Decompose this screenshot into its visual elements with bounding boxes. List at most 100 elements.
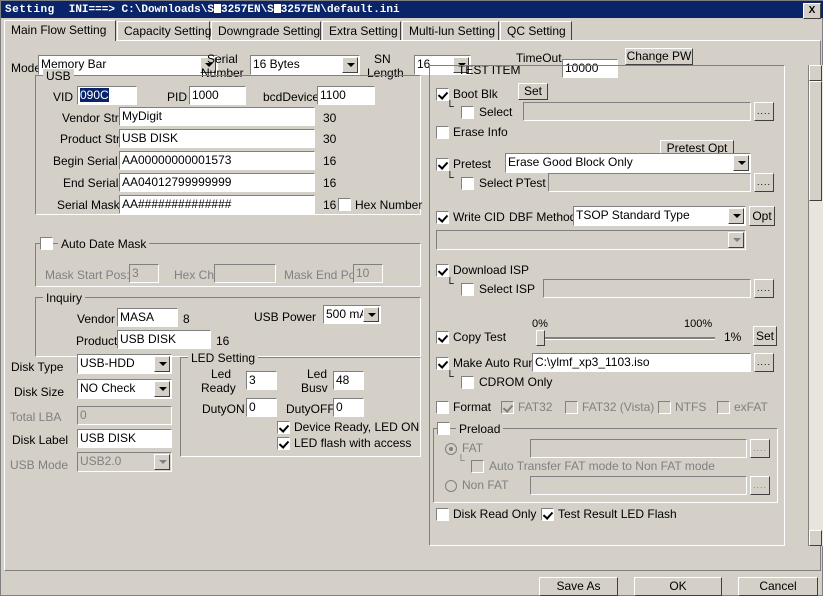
product-str-input[interactable]: USB DISK (119, 129, 315, 148)
led-busy-input[interactable]: 48 (333, 371, 364, 390)
save-as-button[interactable]: Save As (539, 577, 618, 596)
chevron-down-icon-10[interactable] (728, 232, 744, 248)
vendor-str-input[interactable]: MyDigit (119, 107, 315, 126)
usb-power-label: USB Power (254, 310, 317, 324)
duty-off-input[interactable]: 0 (333, 398, 364, 417)
select-isp-checkbox[interactable] (461, 283, 474, 296)
close-icon[interactable]: X (803, 3, 821, 19)
download-isp-checkbox[interactable] (436, 264, 449, 277)
chevron-down-icon-7[interactable] (154, 454, 170, 470)
hex-number-checkbox[interactable] (338, 198, 351, 211)
hex-char-input[interactable] (214, 264, 276, 283)
cdrom-only-checkbox[interactable] (461, 376, 474, 389)
usb-power-select[interactable]: 500 mA (323, 305, 381, 324)
pid-input[interactable]: 1000 (189, 86, 246, 105)
copy-test-checkbox[interactable] (436, 331, 449, 344)
preload-fat-radio[interactable] (445, 443, 457, 455)
led-ready-input[interactable]: 3 (246, 371, 277, 390)
serial-mask-input[interactable]: AA############## (119, 195, 315, 214)
vendor-str-label: Vendor Str (62, 111, 119, 125)
bcddevice-input[interactable]: 1100 (317, 86, 375, 105)
exfat-checkbox[interactable] (717, 401, 730, 414)
make-auto-run-label: Make Auto Run (453, 356, 536, 370)
mask-end-pos-input[interactable]: 10 (353, 264, 383, 283)
boot-blk-browse-button[interactable]: .... (754, 102, 774, 121)
led-flash-access-label: LED flash with access (294, 436, 412, 450)
preload-non-fat-browse-button[interactable]: .... (750, 476, 770, 495)
scroll-down-button[interactable] (809, 530, 822, 546)
make-auto-run-checkbox[interactable] (436, 357, 449, 370)
disk-label-input[interactable]: USB DISK (77, 429, 172, 448)
change-pw-button[interactable]: Change PW (625, 48, 693, 65)
cancel-button[interactable]: Cancel (738, 577, 818, 596)
chevron-down-icon-5[interactable] (154, 356, 170, 372)
preload-fat-input[interactable] (530, 439, 747, 458)
chevron-down-icon-4[interactable] (363, 307, 379, 322)
usb-mode-select[interactable]: USB2.0 (77, 452, 172, 472)
total-lba-input[interactable]: 0 (77, 406, 172, 425)
copy-test-slider-track[interactable] (538, 337, 715, 340)
preload-checkbox[interactable] (437, 422, 450, 435)
duty-on-label: DutyON (202, 402, 245, 416)
select-ptest-browse-button[interactable]: .... (754, 173, 774, 192)
ok-button[interactable]: OK (634, 577, 722, 596)
inquiry-vendor-input[interactable]: MASA (117, 308, 178, 327)
begin-serial-input[interactable]: AA00000000001573 (119, 151, 315, 170)
dbf-method-select[interactable]: TSOP Standard Type (573, 206, 746, 226)
erase-info-checkbox[interactable] (436, 126, 449, 139)
scroll-up-button[interactable] (809, 65, 822, 81)
scrollbar-vertical[interactable] (808, 65, 823, 546)
select-ptest-checkbox[interactable] (461, 177, 474, 190)
boot-blk-select-checkbox[interactable] (461, 106, 474, 119)
boot-blk-path-input[interactable] (523, 102, 751, 121)
tab-main-flow-setting[interactable]: Main Flow Setting (4, 20, 116, 41)
select-ptest-input[interactable] (548, 173, 751, 192)
tab-capacity-setting[interactable]: Capacity Setting (117, 21, 211, 40)
device-ready-led-checkbox[interactable] (277, 421, 290, 434)
preload-non-fat-radio[interactable] (445, 480, 457, 492)
inquiry-product-input[interactable]: USB DISK (117, 330, 211, 349)
write-cid-label: Write CID (453, 210, 505, 224)
copy-test-slider-thumb[interactable] (536, 330, 545, 346)
auto-transfer-fat-checkbox[interactable] (471, 460, 484, 473)
copy-test-label: Copy Test (453, 330, 507, 344)
select-isp-browse-button[interactable]: .... (754, 279, 774, 298)
duty-on-input[interactable]: 0 (246, 398, 277, 417)
tab-extra-setting[interactable]: Extra Setting (322, 21, 401, 40)
tab-downgrade-setting[interactable]: Downgrade Setting (211, 21, 321, 40)
select-isp-input[interactable] (543, 279, 751, 298)
pretest-select[interactable]: Erase Good Block Only (505, 153, 751, 173)
scroll-thumb[interactable] (809, 81, 822, 201)
chevron-down-icon-9[interactable] (728, 208, 744, 224)
disk-size-select[interactable]: NO Check (77, 379, 172, 399)
vid-input[interactable]: 090C (77, 86, 137, 105)
copy-test-set-button[interactable]: Set (753, 326, 777, 346)
secondary-dbf-select[interactable] (436, 230, 746, 250)
chevron-down-icon-2[interactable] (342, 57, 358, 73)
tab-multi-lun-setting[interactable]: Multi-lun Setting (402, 21, 499, 40)
chevron-down-icon-8[interactable] (733, 155, 749, 171)
chevron-down-icon-6[interactable] (154, 381, 170, 397)
disk-read-only-checkbox[interactable] (436, 508, 449, 521)
fat32-vista-checkbox[interactable] (565, 401, 578, 414)
preload-fat-browse-button[interactable]: .... (750, 439, 770, 458)
disk-type-select[interactable]: USB-HDD (77, 354, 172, 374)
boot-blk-checkbox[interactable] (436, 88, 449, 101)
mask-start-pos-input[interactable]: 3 (129, 264, 159, 283)
format-checkbox[interactable] (436, 401, 449, 414)
boot-blk-set-button[interactable]: Set (518, 83, 548, 100)
tab-qc-setting[interactable]: QC Setting (500, 21, 572, 40)
preload-non-fat-input[interactable] (530, 476, 747, 495)
ntfs-checkbox[interactable] (658, 401, 671, 414)
fat32-checkbox[interactable] (501, 401, 514, 414)
dbf-opt-button[interactable]: Opt (749, 206, 775, 226)
write-cid-checkbox[interactable] (436, 211, 449, 224)
make-auto-run-browse-button[interactable]: .... (754, 353, 774, 372)
auto-date-mask-checkbox[interactable] (40, 237, 53, 250)
test-result-led-checkbox[interactable] (541, 508, 554, 521)
pretest-checkbox[interactable] (436, 158, 449, 171)
led-flash-access-checkbox[interactable] (277, 437, 290, 450)
make-auto-run-input[interactable]: C:\ylmf_xp3_1103.iso (532, 353, 751, 372)
end-serial-input[interactable]: AA04012799999999 (119, 173, 315, 192)
serial-number-select[interactable]: 16 Bytes (250, 55, 360, 75)
